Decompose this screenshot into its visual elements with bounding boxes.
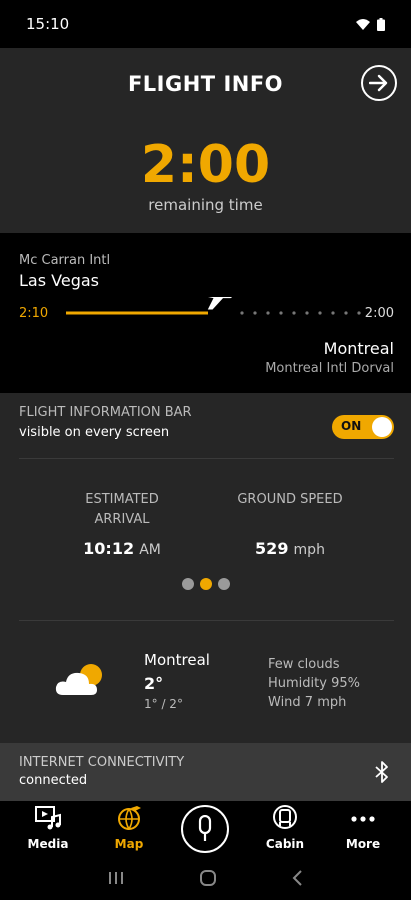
speed-value: 529 mph <box>230 539 350 558</box>
tab-media-label: Media <box>27 837 69 851</box>
plane-icon <box>207 297 233 310</box>
tab-map[interactable]: Map <box>94 805 164 851</box>
status-bar: 15:10 <box>0 0 411 48</box>
arrival-label: ESTIMATED ARRIVAL <box>72 490 172 530</box>
tab-bar: Media Map Cabin More <box>0 801 411 855</box>
info-bar-toggle[interactable]: ON <box>332 415 394 439</box>
weather-range: 1° / 2° <box>144 697 183 711</box>
tab-more-label: More <box>345 837 381 851</box>
track-dot <box>253 311 257 315</box>
arrival-label-line2: ARRIVAL <box>94 512 150 527</box>
weather-wind: Wind 7 mph <box>268 695 347 710</box>
track-dot <box>266 311 270 315</box>
wifi-icon <box>356 18 370 30</box>
track-dot <box>279 311 283 315</box>
status-icons <box>355 17 385 31</box>
info-panel: FLIGHT INFORMATION BAR visible on every … <box>0 393 411 743</box>
tab-more[interactable]: More <box>328 805 398 851</box>
arrival-time: 10:12 <box>83 539 135 558</box>
remaining-time-label: remaining time <box>148 196 263 214</box>
flight-info-header: FLIGHT INFO 2:00 remaining time <box>0 48 411 233</box>
arrival-unit: AM <box>139 542 161 558</box>
track-dot <box>305 311 309 315</box>
track-dot <box>240 311 244 315</box>
info-bar-subtitle: visible on every screen <box>19 425 170 440</box>
status-time: 15:10 <box>26 15 70 33</box>
tab-cabin[interactable]: Cabin <box>250 805 320 851</box>
track-dot <box>344 311 348 315</box>
track-dot <box>292 311 296 315</box>
internet-status: connected <box>19 773 88 788</box>
seat-icon <box>273 805 297 829</box>
info-bar-title: FLIGHT INFORMATION BAR <box>19 405 192 420</box>
tab-map-label: Map <box>114 837 144 851</box>
microphone-icon <box>198 815 212 841</box>
track-dot <box>318 311 322 315</box>
toggle-label: ON <box>341 419 362 433</box>
track-dot <box>357 311 361 315</box>
weather-humidity: Humidity 95% <box>268 676 360 691</box>
weather-condition: Few clouds <box>268 657 340 672</box>
partly-cloudy-icon <box>55 664 102 695</box>
home-icon[interactable] <box>198 868 218 888</box>
page-indicator[interactable] <box>0 578 411 590</box>
toggle-knob <box>372 417 392 437</box>
back-icon[interactable] <box>291 869 305 887</box>
more-dots-icon <box>351 816 375 822</box>
voice-button[interactable] <box>181 805 229 853</box>
arrival-label-line1: ESTIMATED <box>85 492 159 507</box>
system-nav-bar <box>0 855 411 900</box>
arrival-value: 10:12 AM <box>62 539 182 558</box>
origin-airport: Mc Carran Intl <box>19 253 111 268</box>
internet-title: INTERNET CONNECTIVITY <box>19 755 185 770</box>
weather-details: Few clouds Humidity 95% Wind 7 mph <box>268 655 360 712</box>
bluetooth-icon[interactable] <box>375 761 389 783</box>
tab-media[interactable]: Media <box>13 805 83 851</box>
speed-number: 529 <box>255 539 289 558</box>
divider <box>19 458 394 459</box>
arrow-right-icon <box>369 74 388 92</box>
page-dot[interactable] <box>217 578 230 590</box>
flight-progress-track <box>66 297 361 315</box>
page-dot[interactable] <box>181 578 194 590</box>
origin-city: Las Vegas <box>19 271 99 290</box>
page-title: FLIGHT INFO <box>127 72 284 96</box>
remaining-time-small: 2:00 <box>364 306 394 321</box>
remaining-dots <box>240 311 361 315</box>
recent-apps-icon[interactable] <box>107 870 125 886</box>
weather-city: Montreal <box>144 651 210 669</box>
track-dot <box>331 311 335 315</box>
globe-plane-icon <box>118 806 141 830</box>
route-panel: Mc Carran Intl Las Vegas 2:10 2:00 Montr… <box>0 233 411 393</box>
destination-airport: Montreal Intl Dorval <box>265 361 394 376</box>
elapsed-time: 2:10 <box>19 306 49 321</box>
page-dot[interactable] <box>199 578 212 590</box>
media-icon <box>35 806 61 830</box>
speed-unit: mph <box>293 542 325 558</box>
next-button[interactable] <box>361 65 397 101</box>
battery-icon <box>377 17 385 31</box>
weather-temp: 2° <box>144 674 164 693</box>
tab-cabin-label: Cabin <box>265 837 305 851</box>
remaining-time-value: 2:00 <box>140 135 271 195</box>
speed-label: GROUND SPEED <box>237 492 343 507</box>
destination-city: Montreal <box>323 339 394 358</box>
internet-connectivity[interactable]: INTERNET CONNECTIVITY connected <box>0 743 411 801</box>
divider <box>19 620 394 621</box>
